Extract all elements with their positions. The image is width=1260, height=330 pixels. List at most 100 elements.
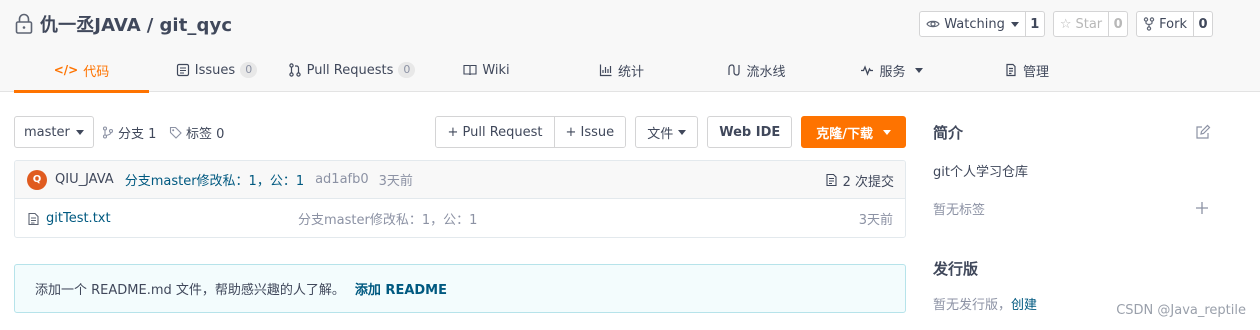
clone-download-label: 克隆/下载 — [816, 126, 873, 142]
star-icon: ☆ — [1059, 16, 1072, 32]
readme-notice: 添加一个 README.md 文件，帮助感兴趣的人了解。 添加 README — [14, 264, 906, 313]
branches-label: 分支 1 — [118, 126, 157, 142]
commit-sha[interactable]: ad1afb0 — [315, 172, 369, 187]
fork-button[interactable]: Fork — [1137, 12, 1194, 36]
release-title: 发行版 — [933, 260, 979, 278]
no-release-text: 暂无发行版， — [933, 298, 1012, 313]
edit-icon[interactable] — [1195, 124, 1211, 140]
star-button-group: ☆ Star 0 — [1052, 11, 1129, 37]
file-list: Q QIU_JAVA 分支master修改私：1，公：1 ad1afb0 3天前… — [14, 160, 906, 238]
tab-label: 代码 — [83, 64, 110, 80]
commit-count-link[interactable]: 2 次提交 — [825, 161, 894, 199]
star-count[interactable]: 0 — [1109, 12, 1127, 36]
repo-description: git个人学习仓库 — [933, 165, 1028, 180]
tab-label: 统计 — [617, 64, 644, 80]
stats-icon — [599, 64, 612, 77]
branch-select[interactable]: master — [14, 116, 94, 148]
tab-badge: 0 — [240, 62, 258, 78]
branch-icon — [102, 125, 114, 139]
repo-tabs: </> 代码 Issues 0 Pull Requests 0 Wiki 统计 … — [14, 48, 1246, 93]
chevron-down-icon — [883, 129, 891, 135]
repo-name-link[interactable]: git_qyc — [159, 15, 232, 36]
code-toolbar: master 分支 1 标签 0 + Pull Request + Issue … — [14, 116, 906, 148]
tab-stats[interactable]: 统计 — [554, 48, 689, 92]
chevron-down-icon — [1010, 21, 1019, 27]
tab-pull-requests[interactable]: Pull Requests 0 — [284, 48, 419, 92]
fork-label: Fork — [1159, 16, 1187, 32]
table-row: gitTest.txt 分支master修改私：1，公：1 3天前 — [15, 199, 905, 237]
tab-label: 管理 — [1022, 64, 1049, 80]
watch-label: Watching — [944, 16, 1005, 32]
create-release-link[interactable]: 创建 — [1011, 298, 1037, 313]
file-commit-message[interactable]: 分支master修改私：1，公：1 — [298, 199, 477, 237]
web-ide-button[interactable]: Web IDE — [707, 116, 793, 148]
watch-button[interactable]: Watching — [920, 12, 1026, 36]
tab-service[interactable]: 服务 — [824, 48, 959, 92]
tab-label: Pull Requests — [306, 62, 394, 78]
tab-code[interactable]: </> 代码 — [14, 48, 149, 93]
latest-commit-row: Q QIU_JAVA 分支master修改私：1，公：1 ad1afb0 3天前… — [15, 161, 905, 199]
tab-label: Issues — [194, 62, 236, 78]
tags-label: 标签 0 — [186, 126, 225, 142]
watch-button-group: Watching 1 — [919, 11, 1045, 37]
issues-icon — [176, 63, 189, 77]
branch-name: master — [24, 124, 70, 140]
repo-header: 仇一丞JAVA / git_qyc Watching 1 ☆ Star 0 Fo… — [0, 0, 1260, 93]
avatar[interactable]: Q — [27, 169, 47, 190]
eye-icon — [926, 20, 940, 28]
chevron-down-icon — [75, 129, 84, 135]
tab-badge: 0 — [398, 62, 416, 78]
tab-issues[interactable]: Issues 0 — [149, 48, 284, 92]
tab-label: 流水线 — [746, 64, 786, 80]
manage-icon — [1006, 63, 1016, 77]
fork-icon — [1143, 17, 1155, 31]
wiki-icon — [463, 64, 477, 76]
star-label: Star — [1075, 16, 1103, 32]
repo-actions: Watching 1 ☆ Star 0 Fork 0 — [919, 11, 1213, 37]
watch-count[interactable]: 1 — [1026, 12, 1044, 36]
code-icon: </> — [53, 63, 79, 77]
intro-header: 简介 — [933, 116, 1213, 148]
tab-label: 服务 — [879, 64, 906, 80]
tab-pipeline[interactable]: 流水线 — [689, 48, 824, 92]
repo-separator: / — [146, 15, 154, 36]
readme-notice-text: 添加一个 README.md 文件，帮助感兴趣的人了解。 — [35, 283, 345, 298]
tab-wiki[interactable]: Wiki — [419, 48, 554, 92]
fork-count[interactable]: 0 — [1194, 12, 1212, 36]
tag-icon — [169, 126, 182, 139]
commit-author[interactable]: QIU_JAVA — [55, 172, 114, 187]
repo-title: 仇一丞JAVA / git_qyc — [14, 11, 232, 37]
commit-history-icon — [826, 173, 837, 187]
chevron-down-icon — [678, 129, 687, 135]
fork-button-group: Fork 0 — [1136, 11, 1213, 37]
tab-manage[interactable]: 管理 — [959, 48, 1094, 92]
star-button[interactable]: ☆ Star — [1054, 12, 1110, 36]
lock-icon — [15, 13, 33, 34]
no-tags-text: 暂无标签 — [933, 202, 986, 218]
file-time: 3天前 — [858, 213, 893, 228]
add-readme-link[interactable]: 添加 README — [355, 279, 447, 298]
service-icon — [861, 65, 874, 76]
intro-title: 简介 — [933, 123, 964, 142]
clone-download-button[interactable]: 克隆/下载 — [801, 116, 906, 148]
tags-row: 暂无标签 — [933, 199, 1213, 218]
file-icon — [28, 212, 39, 225]
pipeline-icon — [728, 64, 741, 76]
toolbar-actions: + Pull Request + Issue 文件 Web IDE 克隆/下载 — [435, 116, 906, 148]
file-name[interactable]: gitTest.txt — [46, 211, 111, 226]
repo-owner-link[interactable]: 仇一丞JAVA — [40, 15, 141, 36]
add-tag-icon[interactable] — [1195, 201, 1209, 215]
file-menu-label: 文件 — [647, 126, 674, 142]
commit-count-label: 2 次提交 — [842, 174, 894, 190]
watermark: CSDN @Java_reptile — [1116, 303, 1246, 318]
file-menu-button[interactable]: 文件 — [635, 116, 699, 148]
commit-time: 3天前 — [378, 174, 413, 189]
pull-request-icon — [288, 63, 301, 77]
tags-link[interactable]: 标签 0 — [169, 116, 224, 148]
chevron-down-icon — [914, 67, 923, 73]
branches-link[interactable]: 分支 1 — [102, 116, 156, 148]
commit-message[interactable]: 分支master修改私：1，公：1 — [125, 170, 304, 189]
new-issue-button[interactable]: + Issue — [553, 117, 626, 147]
create-buttons: + Pull Request + Issue — [435, 116, 627, 148]
new-pull-request-button[interactable]: + Pull Request — [436, 117, 554, 147]
